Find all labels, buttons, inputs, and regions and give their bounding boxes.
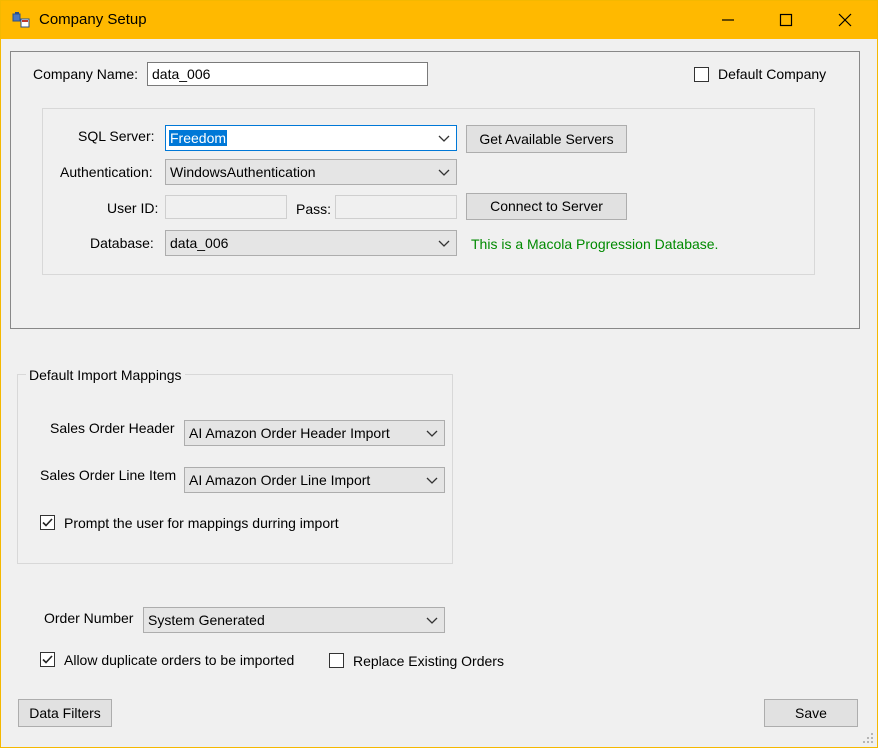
authentication-value: WindowsAuthentication: [170, 164, 316, 180]
authentication-combo[interactable]: WindowsAuthentication: [165, 159, 457, 185]
default-company-label: Default Company: [718, 66, 827, 82]
company-name-input[interactable]: data_006: [147, 62, 428, 86]
database-value: data_006: [170, 235, 229, 251]
sql-server-combo[interactable]: Freedom: [165, 125, 457, 151]
app-icon: [12, 12, 30, 28]
user-id-input[interactable]: [165, 195, 287, 219]
get-available-servers-button[interactable]: Get Available Servers: [466, 125, 627, 153]
order-number-label: Order Number: [44, 610, 134, 626]
user-id-label: User ID:: [107, 200, 159, 216]
pass-label: Pass:: [296, 201, 332, 217]
minimize-icon: [722, 19, 734, 21]
resize-grip-icon[interactable]: [862, 732, 874, 744]
connect-to-server-button[interactable]: Connect to Server: [466, 193, 627, 220]
chevron-down-icon: [426, 477, 438, 484]
import-mappings-title: Default Import Mappings: [26, 367, 185, 383]
database-combo[interactable]: data_006: [165, 230, 457, 256]
window-title: Company Setup: [39, 11, 147, 28]
prompt-mappings-label: Prompt the user for mappings durring imp…: [64, 515, 339, 531]
replace-existing-checkbox[interactable]: [329, 653, 344, 668]
maximize-button[interactable]: [757, 1, 815, 39]
password-input[interactable]: [335, 195, 457, 219]
company-name-label: Company Name:: [33, 66, 139, 82]
checkmark-icon: [42, 518, 53, 527]
sales-order-header-combo[interactable]: AI Amazon Order Header Import: [184, 420, 445, 446]
prompt-mappings-checkbox[interactable]: [40, 515, 55, 530]
title-bar[interactable]: Company Setup: [1, 1, 877, 39]
allow-duplicates-checkbox[interactable]: [40, 652, 55, 667]
sql-server-label: SQL Server:: [78, 128, 155, 144]
data-filters-button[interactable]: Data Filters: [18, 699, 112, 727]
close-icon: [838, 13, 852, 27]
company-setup-window: Company Setup Company Name: data_006 Def…: [0, 0, 878, 748]
chevron-down-icon: [426, 430, 438, 437]
order-number-value: System Generated: [148, 612, 265, 628]
sales-order-line-item-combo[interactable]: AI Amazon Order Line Import: [184, 467, 445, 493]
database-label: Database:: [90, 235, 154, 251]
sales-order-header-value: AI Amazon Order Header Import: [189, 425, 390, 441]
sales-order-header-label: Sales Order Header: [50, 420, 175, 436]
allow-duplicates-label: Allow duplicate orders to be imported: [64, 652, 295, 668]
maximize-icon: [779, 13, 793, 27]
order-number-combo[interactable]: System Generated: [143, 607, 445, 633]
close-button[interactable]: [816, 1, 874, 39]
replace-existing-label: Replace Existing Orders: [353, 653, 504, 669]
authentication-label: Authentication:: [60, 164, 153, 180]
sql-server-value: Freedom: [169, 130, 228, 146]
checkmark-icon: [42, 655, 53, 664]
sales-order-line-item-label: Sales Order Line Item: [40, 467, 177, 483]
chevron-down-icon: [438, 135, 450, 142]
chevron-down-icon: [438, 169, 450, 176]
sales-order-line-item-value: AI Amazon Order Line Import: [189, 472, 371, 488]
database-status-message: This is a Macola Progression Database.: [471, 236, 719, 252]
chevron-down-icon: [426, 617, 438, 624]
minimize-button[interactable]: [699, 1, 757, 39]
save-button[interactable]: Save: [764, 699, 858, 727]
default-company-checkbox[interactable]: [694, 67, 709, 82]
chevron-down-icon: [438, 240, 450, 247]
